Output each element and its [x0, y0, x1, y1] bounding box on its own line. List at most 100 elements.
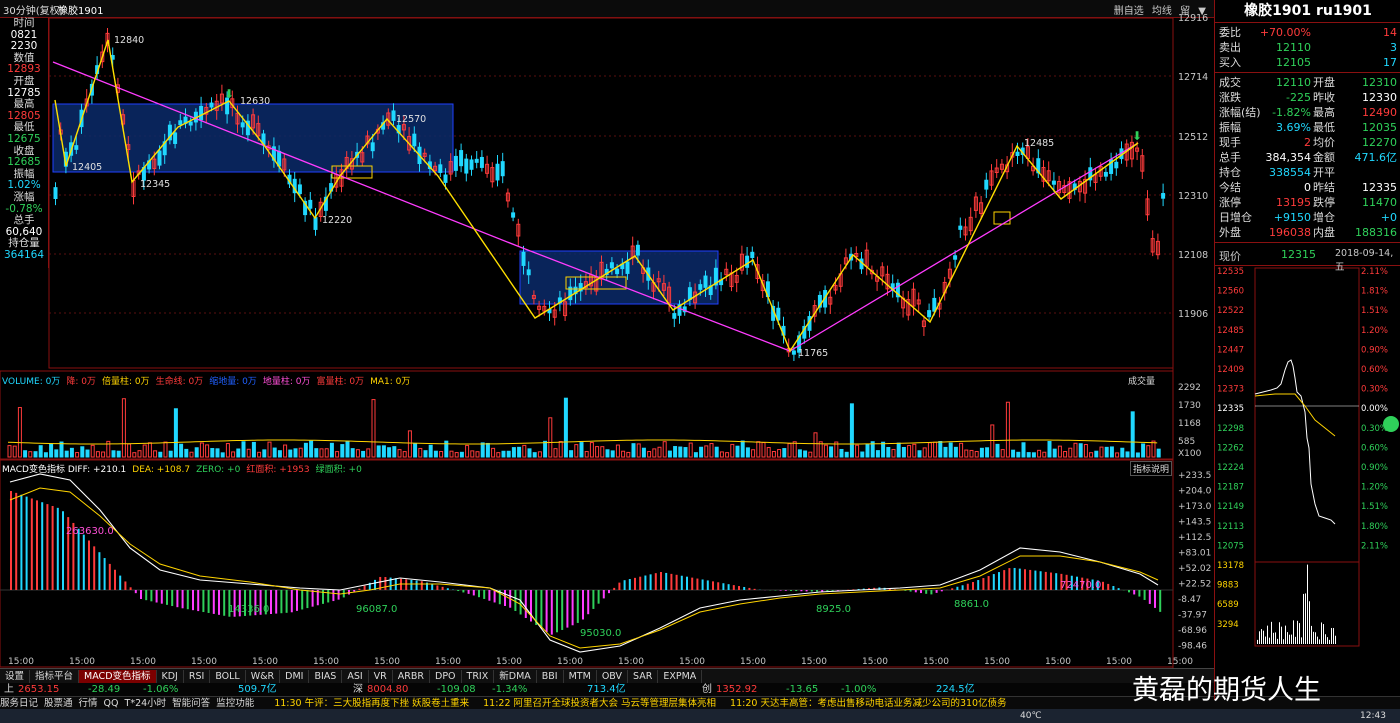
macd-bar — [296, 590, 298, 611]
tab-1[interactable]: 指标平台 — [30, 670, 80, 683]
news-item[interactable]: 11:22 阿里召开全球投资者大会 马云等管理层集体亮相 — [483, 698, 716, 709]
shortcut-3[interactable]: QQ — [104, 698, 119, 709]
tab-15[interactable]: BBI — [537, 670, 564, 683]
macd-bar — [706, 580, 709, 590]
shortcut-6[interactable]: 监控功能 — [216, 698, 254, 709]
intraday-mini-chart[interactable]: 12535 12560 12522 12485 12447 12409 12373 12335… — [1215, 266, 1400, 648]
shortcut-0[interactable]: 服务日记 — [0, 698, 38, 709]
tab-3[interactable]: KDJ — [157, 670, 184, 683]
tab-7[interactable]: DMI — [280, 670, 310, 683]
time-tick: 15:00 — [8, 657, 34, 667]
pivot-label: 12485 — [1024, 138, 1054, 149]
tab-5[interactable]: BOLL — [210, 670, 246, 683]
mini-volume-bar — [1263, 630, 1264, 644]
time-tick: 15:00 — [923, 657, 949, 667]
index-amount: 713.4亿 — [587, 684, 626, 695]
mini-volume-bar — [1313, 631, 1314, 644]
stat-row: 日增仓 +9150 增仓 +0 — [1215, 210, 1400, 225]
shortcut-5[interactable]: 智能问答 — [172, 698, 210, 709]
macd-bar — [1148, 590, 1151, 604]
stat-v2: 12035 — [1362, 121, 1397, 134]
macd-axis-label: +204.0 — [1178, 487, 1212, 497]
macd-bar — [514, 590, 517, 611]
news-item[interactable]: 11:30 午评：三大股指再度下挫 妖股卷土重来 — [274, 698, 469, 709]
pivot-label: 11765 — [798, 348, 828, 359]
volume-bar — [231, 451, 236, 458]
mini-volume-bar — [1301, 637, 1302, 644]
pivot-label: 12345 — [140, 179, 170, 190]
tab-0[interactable]: 设置 — [0, 670, 31, 683]
macd-bar — [623, 580, 626, 590]
stat-l2: 增仓 — [1313, 211, 1335, 224]
shortcut-4[interactable]: T*24小时 — [125, 698, 167, 709]
index-item[interactable]: 上 2653.15 -28.49 -1.06% 509.7亿 — [0, 683, 349, 696]
stat-v1: 196038 — [1269, 226, 1311, 239]
tab-16[interactable]: MTM — [564, 670, 597, 683]
main-chart[interactable]: ⬇ ⬇ 12840 12630 12570 12405 12345 12220 … — [0, 0, 1214, 668]
volume-bar — [215, 448, 220, 458]
tab-12[interactable]: DPO — [430, 670, 462, 683]
clock: 12:43 — [1360, 711, 1386, 721]
tab-9[interactable]: ASI — [342, 670, 369, 683]
volume-bar — [693, 452, 698, 458]
candle — [297, 184, 302, 195]
index-item[interactable]: 创 1352.92 -13.65 -1.00% 224.5亿 — [698, 683, 1047, 696]
volume-bar — [220, 452, 225, 458]
macd-bar — [1055, 573, 1058, 590]
macd-bar — [124, 581, 127, 590]
shortcut-1[interactable]: 股票通 — [44, 698, 73, 709]
tab-8[interactable]: BIAS — [309, 670, 343, 683]
volume-bar — [7, 445, 12, 458]
tab-10[interactable]: VR — [369, 670, 393, 683]
tab-14[interactable]: 新DMA — [494, 670, 537, 683]
mini-axis-left: 12373 — [1217, 385, 1244, 395]
macd-bar — [1013, 567, 1016, 590]
volume-legend-item: 地量柱: 0万 — [262, 377, 311, 387]
stat-v1: 2 — [1304, 136, 1311, 149]
macd-bar — [82, 534, 85, 590]
mini-axis-right: 0.60% — [1361, 365, 1388, 375]
stat-v1: 3.69% — [1276, 121, 1311, 134]
tab-19[interactable]: EXPMA — [658, 670, 703, 683]
volume-bar — [303, 442, 308, 458]
tab-11[interactable]: ARBR — [393, 670, 430, 683]
tab-2[interactable]: MACD变色指标 — [79, 670, 157, 683]
quote-qty: 17 — [1383, 56, 1397, 69]
volume-bar — [959, 442, 964, 458]
tab-18[interactable]: SAR — [628, 670, 659, 683]
macd-bar — [186, 590, 189, 610]
tab-17[interactable]: OBV — [597, 670, 629, 683]
index-item[interactable]: 深 8004.80 -109.08 -1.34% 713.4亿 — [349, 683, 698, 696]
macd-bar — [1107, 583, 1110, 590]
volume-bar — [860, 451, 865, 458]
volume-bar — [127, 443, 132, 458]
macd-bar — [951, 588, 954, 590]
macd-bar — [457, 590, 460, 592]
macd-bar — [431, 584, 434, 590]
ratio-badge[interactable] — [1383, 416, 1399, 432]
macd-bar — [301, 590, 304, 610]
candle — [750, 251, 755, 258]
volume-bar — [662, 441, 667, 458]
volume-bar — [288, 449, 293, 458]
volume-bar — [558, 440, 563, 458]
macd-bar — [218, 590, 220, 615]
volume-bar — [236, 448, 241, 458]
mini-axis-left: 12075 — [1217, 541, 1244, 551]
shortcut-2[interactable]: 行情 — [79, 698, 98, 709]
index-change: -109.08 — [437, 684, 476, 695]
candle — [412, 133, 417, 147]
volume-axis-label: 1730 — [1178, 401, 1201, 411]
macd-bar — [743, 586, 746, 590]
macd-bar — [504, 590, 506, 606]
volume-title[interactable]: 成交量 — [1128, 374, 1155, 387]
macd-bar — [46, 504, 49, 590]
tab-13[interactable]: TRIX — [462, 670, 495, 683]
tab-6[interactable]: W&R — [246, 670, 281, 683]
stat-v1: -225 — [1286, 91, 1311, 104]
tab-4[interactable]: RSI — [184, 670, 211, 683]
news-item[interactable]: 11:20 天达丰高管：考虑出售移动电话业务减少公司的310亿债务 — [730, 698, 1007, 709]
quote-panel: 橡胶1901 ru1901 委比 +70.00% 14 卖出 12110 3 买入 12105… — [1214, 0, 1400, 700]
volume-bar — [199, 442, 204, 458]
indicator-help-button[interactable]: 指标说明 — [1130, 461, 1173, 476]
